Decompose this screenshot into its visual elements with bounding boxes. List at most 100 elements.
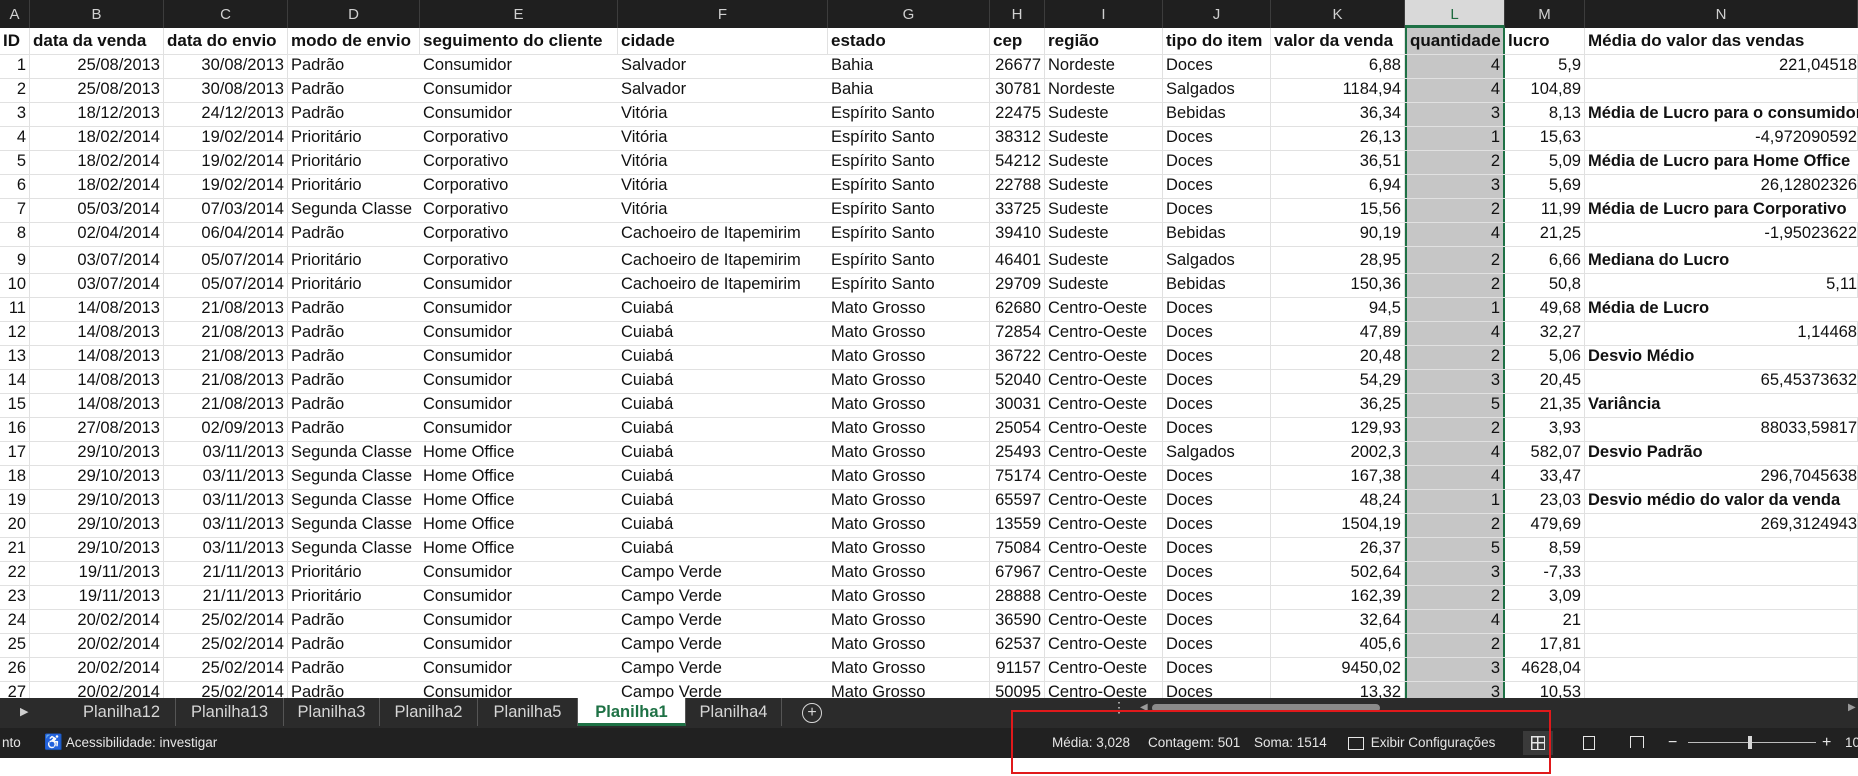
cell-modo[interactable]: Segunda Classe	[288, 466, 420, 489]
cell-id[interactable]: 7	[0, 199, 30, 222]
cell-estado[interactable]: Mato Grosso	[828, 466, 990, 489]
cell-qtd[interactable]: 4	[1405, 223, 1505, 246]
cell-id[interactable]: 24	[0, 610, 30, 633]
cell-lucro[interactable]: 582,07	[1505, 442, 1585, 465]
cell-seg[interactable]: Corporativo	[420, 199, 618, 222]
page-break-view-button[interactable]	[1626, 728, 1650, 758]
cell-estado[interactable]: Espírito Santo	[828, 274, 990, 297]
zoom-out-button[interactable]: −	[1668, 728, 1677, 758]
cell-tipo[interactable]: Doces	[1163, 199, 1271, 222]
scroll-right-arrow-icon[interactable]: ▶	[20, 698, 28, 726]
column-header-k[interactable]: K	[1271, 0, 1405, 28]
cell-tipo[interactable]: Salgados	[1163, 442, 1271, 465]
cell-lucro[interactable]: 8,13	[1505, 103, 1585, 126]
cell-de[interactable]: 03/11/2013	[164, 514, 288, 537]
sheet-tab-planilha13[interactable]: Planilha13	[176, 698, 284, 726]
cell-id[interactable]: 21	[0, 538, 30, 561]
cell-de[interactable]: 19/02/2014	[164, 175, 288, 198]
cell-seg[interactable]: Corporativo	[420, 247, 618, 273]
cell-regiao[interactable]: Sudeste	[1045, 103, 1163, 126]
cell-dv[interactable]: 02/04/2014	[30, 223, 164, 246]
cell-cep[interactable]: 46401	[990, 247, 1045, 273]
cell-cidade[interactable]: Cuiabá	[618, 514, 828, 537]
cell-tipo[interactable]: Doces	[1163, 346, 1271, 369]
header-cell-estado[interactable]: estado	[828, 28, 990, 54]
cell-dv[interactable]: 03/07/2014	[30, 274, 164, 297]
cell-id[interactable]: 3	[0, 103, 30, 126]
page-layout-view-button[interactable]	[1578, 728, 1602, 758]
cell-valor[interactable]: 36,34	[1271, 103, 1405, 126]
cell-modo[interactable]: Padrão	[288, 370, 420, 393]
cell-modo[interactable]: Padrão	[288, 634, 420, 657]
cell-tipo[interactable]: Doces	[1163, 322, 1271, 345]
cell-id[interactable]: 2	[0, 79, 30, 102]
cell-valor[interactable]: 6,88	[1271, 55, 1405, 78]
cell-cep[interactable]: 25054	[990, 418, 1045, 441]
cell-dv[interactable]: 25/08/2013	[30, 55, 164, 78]
cell-n[interactable]: 296,7045638	[1585, 466, 1858, 489]
cell-lucro[interactable]: 104,89	[1505, 79, 1585, 102]
cell-valor[interactable]: 32,64	[1271, 610, 1405, 633]
cell-estado[interactable]: Mato Grosso	[828, 490, 990, 513]
cell-de[interactable]: 24/12/2013	[164, 103, 288, 126]
cell-dv[interactable]: 29/10/2013	[30, 490, 164, 513]
cell-estado[interactable]: Mato Grosso	[828, 634, 990, 657]
sheet-tab-planilha5[interactable]: Planilha5	[478, 698, 578, 726]
cell-cidade[interactable]: Salvador	[618, 55, 828, 78]
cell-qtd[interactable]: 4	[1405, 55, 1505, 78]
cell-cep[interactable]: 28888	[990, 586, 1045, 609]
cell-seg[interactable]: Consumidor	[420, 682, 618, 698]
cell-de[interactable]: 19/02/2014	[164, 151, 288, 174]
cell-valor[interactable]: 36,51	[1271, 151, 1405, 174]
cell-lucro[interactable]: 50,8	[1505, 274, 1585, 297]
cell-estado[interactable]: Bahia	[828, 55, 990, 78]
sheet-tab-planilha4[interactable]: Planilha4	[686, 698, 782, 726]
cell-de[interactable]: 30/08/2013	[164, 55, 288, 78]
cell-de[interactable]: 03/11/2013	[164, 538, 288, 561]
cell-qtd[interactable]: 3	[1405, 103, 1505, 126]
cell-cidade[interactable]: Vitória	[618, 151, 828, 174]
column-header-f[interactable]: F	[618, 0, 828, 28]
zoom-slider[interactable]	[1688, 736, 1816, 749]
cell-cep[interactable]: 91157	[990, 658, 1045, 681]
column-header-g[interactable]: G	[828, 0, 990, 28]
column-header-b[interactable]: B	[30, 0, 164, 28]
cell-id[interactable]: 16	[0, 418, 30, 441]
cell-cidade[interactable]: Cuiabá	[618, 442, 828, 465]
cell-estado[interactable]: Mato Grosso	[828, 298, 990, 321]
cell-tipo[interactable]: Doces	[1163, 175, 1271, 198]
column-header-e[interactable]: E	[420, 0, 618, 28]
cell-modo[interactable]: Padrão	[288, 55, 420, 78]
cell-tipo[interactable]: Bebidas	[1163, 274, 1271, 297]
cell-estado[interactable]: Mato Grosso	[828, 562, 990, 585]
column-header-h[interactable]: H	[990, 0, 1045, 28]
cell-qtd[interactable]: 3	[1405, 658, 1505, 681]
cell-estado[interactable]: Mato Grosso	[828, 682, 990, 698]
cell-modo[interactable]: Padrão	[288, 394, 420, 417]
cell-modo[interactable]: Padrão	[288, 298, 420, 321]
cell-qtd[interactable]: 1	[1405, 298, 1505, 321]
cell-dv[interactable]: 18/02/2014	[30, 151, 164, 174]
cell-seg[interactable]: Consumidor	[420, 298, 618, 321]
cell-tipo[interactable]: Doces	[1163, 298, 1271, 321]
cell-cidade[interactable]: Salvador	[618, 79, 828, 102]
cell-dv[interactable]: 20/02/2014	[30, 682, 164, 698]
cell-estado[interactable]: Espírito Santo	[828, 127, 990, 150]
cell-n[interactable]: Média de Lucro para o consumidor	[1585, 103, 1858, 126]
cell-id[interactable]: 22	[0, 562, 30, 585]
cell-lucro[interactable]: 15,63	[1505, 127, 1585, 150]
cell-modo[interactable]: Padrão	[288, 223, 420, 246]
cell-cidade[interactable]: Cachoeiro de Itapemirim	[618, 247, 828, 273]
cell-regiao[interactable]: Centro-Oeste	[1045, 514, 1163, 537]
cell-regiao[interactable]: Centro-Oeste	[1045, 610, 1163, 633]
cell-modo[interactable]: Prioritário	[288, 127, 420, 150]
cell-modo[interactable]: Prioritário	[288, 175, 420, 198]
cell-dv[interactable]: 03/07/2014	[30, 247, 164, 273]
cell-cidade[interactable]: Cuiabá	[618, 394, 828, 417]
cell-de[interactable]: 06/04/2014	[164, 223, 288, 246]
cell-de[interactable]: 25/02/2014	[164, 658, 288, 681]
cell-regiao[interactable]: Centro-Oeste	[1045, 634, 1163, 657]
cell-cidade[interactable]: Campo Verde	[618, 610, 828, 633]
cell-seg[interactable]: Home Office	[420, 466, 618, 489]
cell-cidade[interactable]: Cachoeiro de Itapemirim	[618, 274, 828, 297]
